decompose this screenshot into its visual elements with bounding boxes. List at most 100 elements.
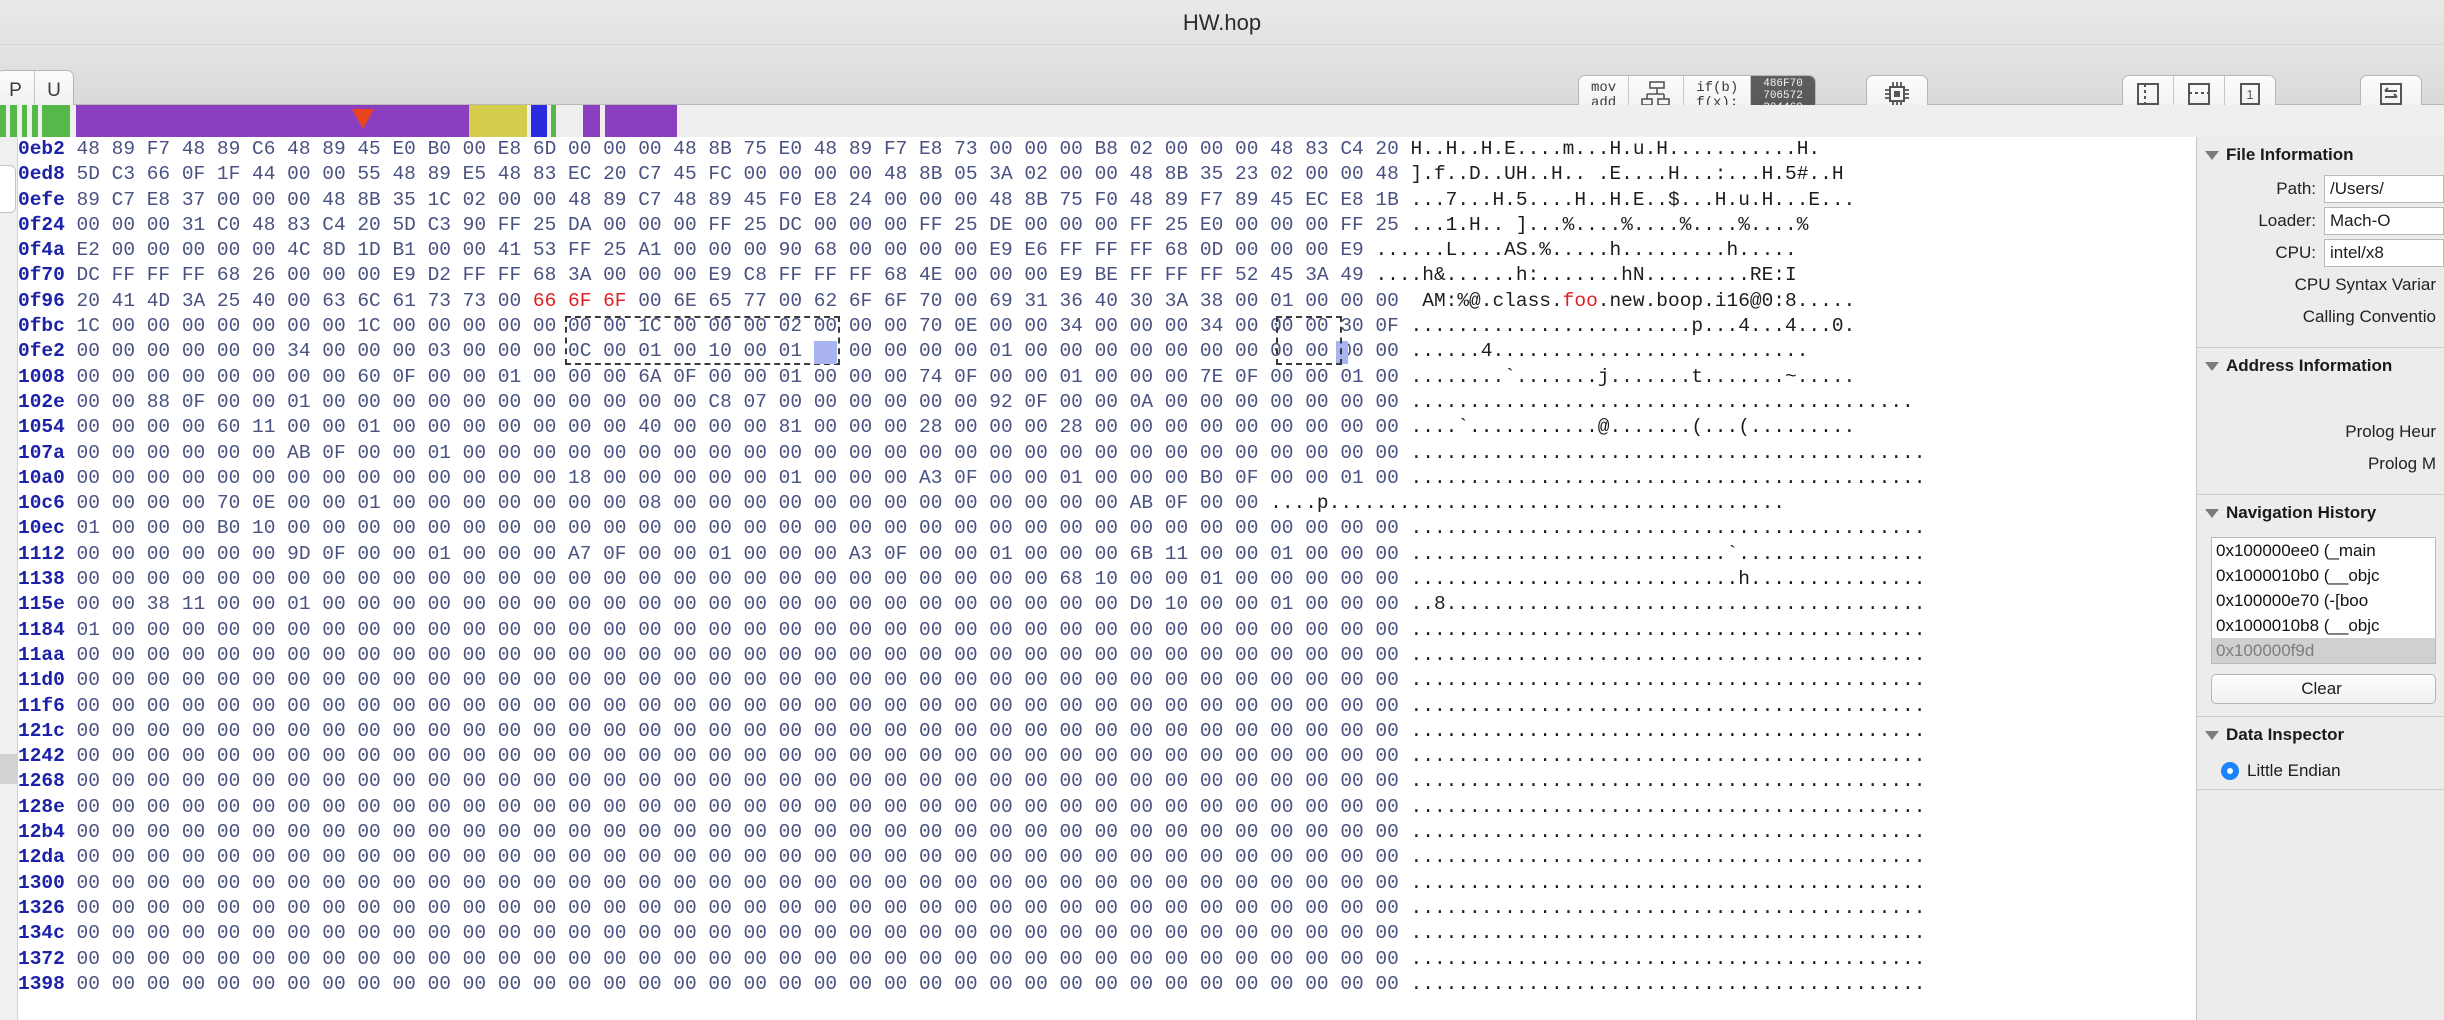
navigation-history-item[interactable]: 0x1000010b8 (__objc: [2212, 613, 2435, 638]
hex-row[interactable]: 1008 00 00 00 00 00 00 00 00 60 0F 00 00…: [18, 365, 1925, 390]
hex-row-ascii[interactable]: ........................................…: [1411, 897, 1926, 919]
hex-row[interactable]: 0f70 DC FF FF FF 68 26 00 00 00 E9 D2 FF…: [18, 263, 1925, 288]
hex-row-bytes[interactable]: 00 00 00 00 70 0E 00 00 01 00 00 00 00 0…: [65, 492, 1259, 514]
hex-row-bytes[interactable]: 00 00 00 00 00 00 00 00 00 00 00 00 00 0…: [65, 897, 1399, 919]
hex-row-bytes[interactable]: 00 00 00 31 C0 48 83 C4 20 5D C3 90 FF 2…: [65, 214, 1399, 236]
hex-row[interactable]: 1398 00 00 00 00 00 00 00 00 00 00 00 00…: [18, 972, 1925, 997]
hex-row-bytes[interactable]: 00 00 88 0F 00 00 01 00 00 00 00 00 00 0…: [65, 391, 1399, 413]
hex-row[interactable]: 0f24 00 00 00 31 C0 48 83 C4 20 5D C3 90…: [18, 213, 1925, 238]
hex-row-ascii[interactable]: ....`...........@.......(...(.........: [1411, 416, 1856, 438]
hex-row[interactable]: 115e 00 00 38 11 00 00 01 00 00 00 00 00…: [18, 592, 1925, 617]
segment-green-5[interactable]: [41, 105, 70, 137]
chevron-down-icon[interactable]: [2205, 730, 2219, 740]
hex-row-bytes[interactable]: 01 00 00 00 B0 10 00 00 00 00 00 00 00 0…: [65, 517, 1399, 539]
hex-row-bytes[interactable]: 00 00 00 00 00 00 00 00 00 00 00 00 00 0…: [65, 922, 1399, 944]
hex-rows-container[interactable]: 0eb2 48 89 F7 48 89 C6 48 89 45 E0 B0 00…: [18, 137, 1925, 997]
hex-row-bytes[interactable]: 00 00 00 00 00 00 9D 0F 00 00 01 00 00 0…: [65, 543, 1399, 565]
hex-row-bytes[interactable]: 00 00 00 00 00 00 00 00 00 00 00 00 00 0…: [65, 644, 1399, 666]
hex-row[interactable]: 11aa 00 00 00 00 00 00 00 00 00 00 00 00…: [18, 643, 1925, 668]
hex-row-ascii[interactable]: ........................................…: [1411, 796, 1926, 818]
hex-row-ascii[interactable]: ........................................…: [1411, 846, 1926, 868]
segment-green-2[interactable]: [9, 105, 17, 137]
hex-row[interactable]: 1372 00 00 00 00 00 00 00 00 00 00 00 00…: [18, 947, 1925, 972]
hex-row-ascii[interactable]: ...........................`............…: [1411, 543, 1926, 565]
radio-selected-icon[interactable]: [2221, 762, 2239, 780]
hex-row-bytes[interactable]: 00 00 00 00 00 00 00 00 60 0F 00 00 01 0…: [65, 366, 1399, 388]
segment-blue-1[interactable]: [530, 105, 547, 137]
hex-row[interactable]: 10c6 00 00 00 00 70 0E 00 00 01 00 00 00…: [18, 491, 1925, 516]
hex-row[interactable]: 1184 01 00 00 00 00 00 00 00 00 00 00 00…: [18, 618, 1925, 643]
hex-row-bytes[interactable]: 00 00 00 00 60 11 00 00 01 00 00 00 00 0…: [65, 416, 1399, 438]
hex-row[interactable]: 121c 00 00 00 00 00 00 00 00 00 00 00 00…: [18, 719, 1925, 744]
right-inspector-panel[interactable]: File Information Path: /Users/ Loader: M…: [2196, 137, 2444, 1020]
hex-row-ascii[interactable]: ..8.....................................…: [1411, 593, 1926, 615]
navigation-history-header[interactable]: Navigation History: [2197, 495, 2444, 531]
hex-row-ascii[interactable]: ........................................…: [1411, 517, 1926, 539]
hex-row-bytes[interactable]: 1C 00 00 00 00 00 00 00 1C 00 00 00 00 0…: [65, 315, 1399, 337]
navigation-history-list[interactable]: 0x100000ee0 (_main 0x1000010b0 (__objc 0x1…: [2211, 537, 2436, 664]
hex-row[interactable]: 0f96 20 41 4D 3A 25 40 00 63 6C 61 73 73…: [18, 289, 1925, 314]
hex-row[interactable]: 1242 00 00 00 00 00 00 00 00 00 00 00 00…: [18, 744, 1925, 769]
hex-row[interactable]: 0efe 89 C7 E8 37 00 00 00 48 8B 35 1C 02…: [18, 188, 1925, 213]
hex-row[interactable]: 128e 00 00 00 00 00 00 00 00 00 00 00 00…: [18, 795, 1925, 820]
hex-row-bytes[interactable]: 00 00 00 00 00 00 00 00 00 00 00 00 00 0…: [65, 720, 1399, 742]
hex-row-ascii[interactable]: ...1.H.. ]...%....%....%....%....%: [1411, 214, 1809, 236]
hex-row-ascii[interactable]: ........................................…: [1411, 619, 1926, 641]
hex-row-ascii[interactable]: ......4...........................: [1411, 340, 1809, 362]
hex-row-ascii[interactable]: ........................................…: [1411, 644, 1926, 666]
hex-row-bytes[interactable]: 00 00 00 00 00 00 00 00 00 00 00 00 00 0…: [65, 948, 1399, 970]
hex-row[interactable]: 11f6 00 00 00 00 00 00 00 00 00 00 00 00…: [18, 694, 1925, 719]
hex-row[interactable]: 0eb2 48 89 F7 48 89 C6 48 89 45 E0 B0 00…: [18, 137, 1925, 162]
navigation-history-item[interactable]: 0x100000f9d: [2212, 638, 2435, 663]
path-field[interactable]: /Users/: [2324, 175, 2444, 203]
gutter-handle[interactable]: [0, 165, 16, 213]
hex-row-bytes[interactable]: 00 00 00 00 00 00 00 00 00 00 00 00 00 0…: [65, 695, 1399, 717]
hex-row[interactable]: 10a0 00 00 00 00 00 00 00 00 00 00 00 00…: [18, 466, 1925, 491]
segment-purple-2[interactable]: [582, 105, 601, 137]
hex-row[interactable]: 10ec 01 00 00 00 B0 10 00 00 00 00 00 00…: [18, 516, 1925, 541]
hex-row-bytes[interactable]: 00 00 00 00 00 00 00 00 00 00 00 00 00 0…: [65, 568, 1399, 590]
hex-row[interactable]: 0fbc 1C 00 00 00 00 00 00 00 1C 00 00 00…: [18, 314, 1925, 339]
hex-row[interactable]: 107a 00 00 00 00 00 00 AB 0F 00 00 01 00…: [18, 441, 1925, 466]
hex-row-bytes[interactable]: 00 00 00 00 00 00 AB 0F 00 00 01 00 00 0…: [65, 442, 1399, 464]
segment-purple-3[interactable]: [605, 105, 678, 137]
hex-row[interactable]: 1112 00 00 00 00 00 00 9D 0F 00 00 01 00…: [18, 542, 1925, 567]
navigation-history-item[interactable]: 0x1000010b0 (__objc: [2212, 563, 2435, 588]
hex-row-bytes[interactable]: 00 00 38 11 00 00 01 00 00 00 00 00 00 0…: [65, 593, 1399, 615]
hex-row-ascii[interactable]: ........................................…: [1411, 467, 1926, 489]
chevron-down-icon[interactable]: [2205, 150, 2219, 160]
cpu-field[interactable]: intel/x8: [2324, 239, 2444, 267]
chevron-down-icon[interactable]: [2205, 361, 2219, 371]
hex-row-bytes[interactable]: 00 00 00 00 00 00 00 00 00 00 00 00 00 0…: [65, 745, 1399, 767]
hex-row-bytes[interactable]: 00 00 00 00 00 00 00 00 00 00 00 00 00 0…: [65, 467, 1399, 489]
hex-row-ascii[interactable]: ........................................…: [1411, 391, 1914, 413]
hex-row[interactable]: 1268 00 00 00 00 00 00 00 00 00 00 00 00…: [18, 769, 1925, 794]
hex-row-bytes[interactable]: 00 00 00 00 00 00 00 00 00 00 00 00 00 0…: [65, 770, 1399, 792]
segment-yellow-1[interactable]: [468, 105, 527, 137]
hex-row[interactable]: 0fe2 00 00 00 00 00 00 34 00 00 00 03 00…: [18, 339, 1925, 364]
hex-row[interactable]: 12b4 00 00 00 00 00 00 00 00 00 00 00 00…: [18, 820, 1925, 845]
little-endian-radio-row[interactable]: Little Endian: [2197, 753, 2444, 789]
hex-row-ascii[interactable]: ........................................…: [1411, 922, 1926, 944]
hex-row[interactable]: 1300 00 00 00 00 00 00 00 00 00 00 00 00…: [18, 871, 1925, 896]
hex-row-ascii[interactable]: ...7...H.5....H..H.E..$...H.u.H...E...: [1411, 189, 1856, 211]
loader-field[interactable]: Mach-O: [2324, 207, 2444, 235]
hex-row-bytes[interactable]: DC FF FF FF 68 26 00 00 00 E9 D2 FF FF 6…: [65, 264, 1364, 286]
hex-row[interactable]: 0ed8 5D C3 66 0F 1F 44 00 00 55 48 89 E5…: [18, 162, 1925, 187]
hex-row[interactable]: 1138 00 00 00 00 00 00 00 00 00 00 00 00…: [18, 567, 1925, 592]
hex-row[interactable]: 1326 00 00 00 00 00 00 00 00 00 00 00 00…: [18, 896, 1925, 921]
hex-row-bytes[interactable]: 00 00 00 00 00 00 00 00 00 00 00 00 00 0…: [65, 973, 1399, 995]
hex-row-ascii[interactable]: H..H..H.E....m...H.u.H...........H.: [1411, 138, 1821, 160]
chevron-down-icon[interactable]: [2205, 508, 2219, 518]
hex-row-ascii[interactable]: ......L....AS.%.....h.........h.....: [1375, 239, 1796, 261]
hex-row-ascii[interactable]: ........................................…: [1411, 973, 1926, 995]
hex-row[interactable]: 1054 00 00 00 00 60 11 00 00 01 00 00 00…: [18, 415, 1925, 440]
data-inspector-header[interactable]: Data Inspector: [2197, 717, 2444, 753]
hex-row[interactable]: 134c 00 00 00 00 00 00 00 00 00 00 00 00…: [18, 921, 1925, 946]
navigation-history-item[interactable]: 0x100000ee0 (_main: [2212, 538, 2435, 563]
hex-row[interactable]: 102e 00 00 88 0F 00 00 01 00 00 00 00 00…: [18, 390, 1925, 415]
clear-history-button[interactable]: Clear: [2211, 674, 2436, 704]
hex-row-ascii[interactable]: ........................................…: [1411, 770, 1926, 792]
hex-row-bytes[interactable]: 89 C7 E8 37 00 00 00 48 8B 35 1C 02 00 0…: [65, 189, 1399, 211]
hex-row-bytes[interactable]: 48 89 F7 48 89 C6 48 89 45 E0 B0 00 E8 6…: [65, 138, 1399, 160]
